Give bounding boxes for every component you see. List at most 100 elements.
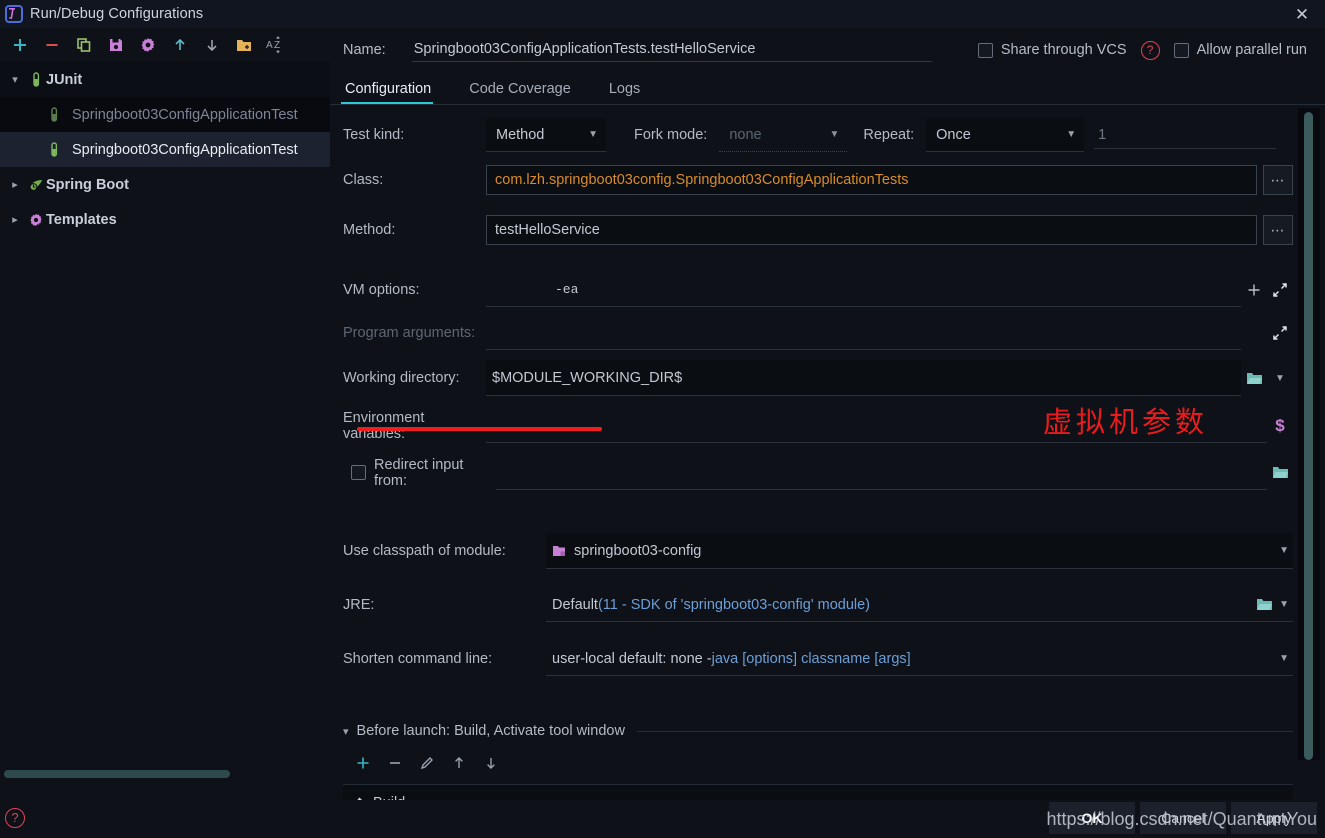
chevron-down-icon[interactable]: ▼ bbox=[1277, 599, 1289, 610]
classpath-module-value: springboot03-config bbox=[574, 542, 702, 559]
vm-options-add-macro-button[interactable] bbox=[1241, 277, 1267, 303]
method-input[interactable]: testHelloService bbox=[486, 215, 1257, 245]
chevron-right-icon[interactable]: ▸ bbox=[4, 213, 26, 226]
sort-alphabetically-button[interactable]: A Z bbox=[260, 31, 292, 59]
redirect-input-checkbox[interactable]: Redirect input from: bbox=[343, 457, 486, 489]
copy-configuration-button[interactable] bbox=[68, 31, 100, 59]
add-task-button[interactable] bbox=[351, 751, 375, 775]
checkbox-box[interactable] bbox=[351, 465, 366, 480]
class-browse-button[interactable]: ⋯ bbox=[1263, 165, 1293, 195]
redirect-input-path[interactable] bbox=[496, 456, 1267, 490]
program-arguments-input[interactable] bbox=[486, 316, 1241, 350]
chevron-down-icon: ▼ bbox=[1066, 129, 1077, 140]
share-through-vcs-checkbox[interactable]: Share through VCS bbox=[977, 42, 1127, 58]
before-launch-task-list[interactable]: Build bbox=[343, 784, 1293, 800]
help-icon[interactable]: ? bbox=[1140, 40, 1160, 60]
move-down-button[interactable] bbox=[196, 31, 228, 59]
working-directory-input[interactable]: $MODULE_WORKING_DIR$ bbox=[486, 360, 1241, 396]
checkbox-box[interactable] bbox=[977, 42, 993, 58]
vm-options-expand-button[interactable] bbox=[1267, 277, 1293, 303]
jre-row: JRE: Default (11 - SDK of 'springboot03-… bbox=[343, 578, 1293, 632]
tree-item-junit[interactable]: ▾ JUnit bbox=[0, 62, 330, 97]
new-folder-button[interactable] bbox=[228, 31, 260, 59]
fork-mode-label: Fork mode: bbox=[634, 127, 708, 143]
vm-options-value: -ea bbox=[555, 281, 579, 297]
cancel-button[interactable]: Cancel bbox=[1140, 802, 1226, 834]
move-up-button[interactable] bbox=[164, 31, 196, 59]
move-task-down-button[interactable] bbox=[479, 751, 503, 775]
form-vertical-scrollbar[interactable] bbox=[1304, 112, 1313, 760]
chevron-down-icon[interactable]: ▾ bbox=[343, 725, 349, 738]
repeat-select[interactable]: Once ▼ bbox=[926, 118, 1085, 152]
move-task-up-button[interactable] bbox=[447, 751, 471, 775]
gear-icon[interactable] bbox=[132, 31, 164, 59]
shorten-command-line-value-detail: java [options] classname [args] bbox=[711, 650, 911, 667]
configuration-form: Test kind: Method ▼ Fork mode: none ▼ Re… bbox=[343, 107, 1293, 800]
module-icon bbox=[552, 544, 566, 558]
edit-task-button[interactable] bbox=[415, 751, 439, 775]
class-label: Class: bbox=[343, 172, 384, 188]
method-label: Method: bbox=[343, 222, 396, 238]
working-directory-dropdown-icon[interactable]: ▼ bbox=[1267, 365, 1293, 391]
configurations-tree[interactable]: ▾ JUnit Springboot03ConfigApplicationTes… bbox=[0, 62, 330, 800]
chevron-down-icon: ▼ bbox=[588, 129, 598, 140]
spring-boot-icon bbox=[26, 177, 46, 193]
tree-item-springboot-test-2[interactable]: Springboot03ConfigApplicationTest bbox=[0, 132, 330, 167]
tree-item-spring-boot[interactable]: ▸ Spring Boot bbox=[0, 167, 330, 202]
add-configuration-button[interactable] bbox=[4, 31, 36, 59]
environment-variables-label: Environment variables: bbox=[343, 409, 425, 442]
name-label: Name: bbox=[343, 42, 386, 58]
method-row: Method: testHelloService ⋯ bbox=[343, 209, 1293, 251]
before-launch-header[interactable]: ▾ Before launch: Build, Activate tool wi… bbox=[343, 716, 1293, 746]
checkbox-box[interactable] bbox=[1173, 42, 1189, 58]
working-directory-browse-icon[interactable] bbox=[1241, 365, 1267, 391]
junit-icon bbox=[26, 71, 46, 88]
before-launch-toolbar bbox=[343, 746, 1293, 780]
ok-button[interactable]: OK bbox=[1049, 802, 1135, 834]
allow-parallel-run-label: Allow parallel run bbox=[1196, 42, 1307, 58]
shorten-command-line-label: Shorten command line: bbox=[343, 651, 493, 667]
tree-item-templates[interactable]: ▸ Templates bbox=[0, 202, 330, 237]
dollar-icon[interactable]: $ bbox=[1267, 413, 1293, 439]
shorten-command-line-select[interactable]: user-local default: none - java [options… bbox=[546, 642, 1293, 676]
method-browse-button[interactable]: ⋯ bbox=[1263, 215, 1293, 245]
class-input[interactable]: com.lzh.springboot03config.Springboot03C… bbox=[486, 165, 1257, 195]
junit-test-icon bbox=[44, 106, 64, 123]
classpath-module-select[interactable]: springboot03-config ▼ bbox=[546, 533, 1293, 569]
vm-options-input[interactable]: -ea bbox=[486, 273, 1241, 307]
save-configuration-button[interactable] bbox=[100, 31, 132, 59]
test-kind-select[interactable]: Method ▼ bbox=[486, 118, 606, 152]
apply-button[interactable]: Apply bbox=[1231, 802, 1317, 834]
repeat-label: Repeat: bbox=[863, 127, 915, 143]
redirect-input-browse-icon[interactable] bbox=[1267, 460, 1293, 486]
jre-browse-icon[interactable] bbox=[1251, 592, 1277, 618]
window-title: Run/Debug Configurations bbox=[30, 6, 204, 22]
tab-logs[interactable]: Logs bbox=[607, 81, 654, 104]
divider bbox=[636, 730, 1293, 732]
tab-configuration[interactable]: Configuration bbox=[340, 81, 445, 104]
program-arguments-expand-button[interactable] bbox=[1267, 320, 1293, 346]
remove-configuration-button[interactable] bbox=[36, 31, 68, 59]
chevron-down-icon[interactable]: ▾ bbox=[4, 73, 26, 86]
remove-task-button[interactable] bbox=[383, 751, 407, 775]
fork-mode-select[interactable]: none ▼ bbox=[719, 118, 848, 152]
tree-item-label: Templates bbox=[46, 211, 117, 228]
intellij-idea-icon bbox=[5, 5, 23, 23]
configuration-detail-panel: Name: Share through VCS ? Allow parallel… bbox=[330, 28, 1325, 800]
tab-code-coverage[interactable]: Code Coverage bbox=[467, 81, 585, 104]
jre-select[interactable]: Default (11 - SDK of 'springboot03-confi… bbox=[546, 588, 1293, 622]
tree-item-label: Springboot03ConfigApplicationTest bbox=[72, 141, 298, 158]
name-input[interactable] bbox=[411, 38, 932, 62]
close-icon[interactable]: ✕ bbox=[1279, 0, 1325, 28]
tree-horizontal-scrollbar[interactable] bbox=[4, 770, 230, 778]
repeat-count-input[interactable] bbox=[1094, 121, 1277, 149]
jre-label: JRE: bbox=[343, 597, 375, 613]
tree-item-springboot-test-1[interactable]: Springboot03ConfigApplicationTest bbox=[0, 97, 330, 132]
allow-parallel-run-checkbox[interactable]: Allow parallel run bbox=[1173, 42, 1307, 58]
help-icon[interactable]: ? bbox=[5, 808, 25, 828]
jre-value-main: Default bbox=[552, 596, 598, 613]
redirect-input-label: Redirect input from: bbox=[374, 456, 464, 489]
fork-mode-value: none bbox=[729, 126, 762, 143]
tree-item-label: Spring Boot bbox=[46, 176, 129, 193]
chevron-right-icon[interactable]: ▸ bbox=[4, 178, 26, 191]
